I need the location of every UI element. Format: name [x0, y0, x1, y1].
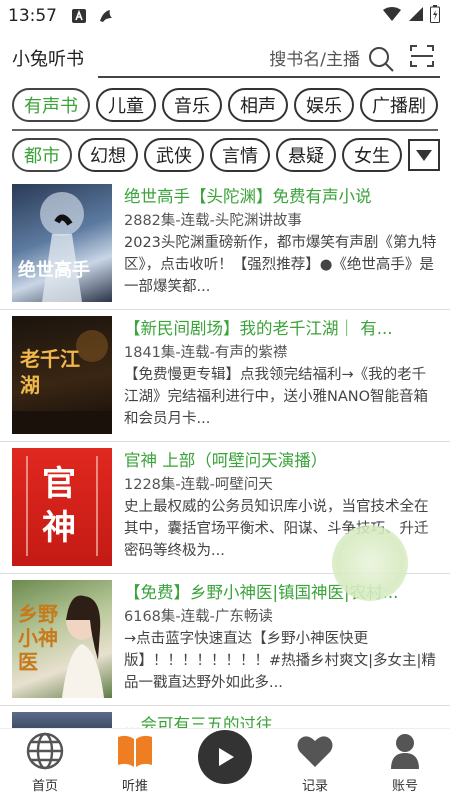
play-button[interactable]: [198, 730, 252, 784]
tab-home-label: 首页: [31, 779, 58, 794]
book-description: →点击蓝字快速直达【乡野小神医快更版】！！！！！！！！#热播乡村爽文|多女主|精…: [124, 631, 436, 691]
dropdown-triangle-icon: [416, 150, 432, 161]
signal-icon: [408, 6, 424, 27]
expand-categories-button[interactable]: [408, 139, 440, 171]
category-divider: [12, 129, 438, 131]
tag-children[interactable]: 儿童: [96, 88, 156, 122]
tab-recommend-label: 听推: [121, 779, 148, 794]
cover-title: 乡野小神医: [18, 602, 58, 674]
book-icon: [118, 735, 152, 767]
book-meta: 2882集-连载-头陀渊讲故事: [124, 213, 302, 229]
tag-mystery[interactable]: 悬疑: [276, 138, 336, 172]
status-bar: 13:57: [0, 0, 450, 32]
tag-audiobook[interactable]: 有声书: [12, 88, 90, 122]
globe-icon: [26, 732, 64, 770]
book-cover: 官神: [12, 448, 112, 566]
user-icon: [391, 734, 419, 769]
cover-title: 官神: [42, 464, 76, 548]
tag-entertainment[interactable]: 娱乐: [294, 88, 354, 122]
search-header: 小兔听书 搜书名/主播: [0, 32, 450, 84]
list-item[interactable]: 老千江湖 【新民间剧场】我的老千江湖｜ 有... 1841集-连载-有声的紫襟 …: [0, 310, 450, 442]
tag-romance[interactable]: 言情: [210, 138, 270, 172]
book-title: 【新民间剧场】我的老千江湖｜ 有...: [124, 319, 393, 338]
book-cover: 老千江湖: [12, 316, 112, 434]
tab-history[interactable]: 记录: [270, 728, 360, 800]
category-row-secondary: 都市 幻想 武侠 言情 悬疑 女生: [0, 134, 450, 176]
tag-female[interactable]: 女生: [342, 138, 402, 172]
book-cover: 绝世高手: [12, 184, 112, 302]
book-meta: 6168集-连载-广东畅读: [124, 609, 273, 625]
book-title: 绝世高手【头陀渊】免费有声小说: [124, 187, 372, 206]
book-description: 2023头陀渊重磅新作，都市爆笑有声剧《第九特区》，点击收听！【强烈推荐】●《绝…: [124, 235, 437, 295]
tag-wuxia[interactable]: 武侠: [144, 138, 204, 172]
tag-urban[interactable]: 都市: [12, 138, 72, 172]
book-meta: 1841集-连载-有声的紫襟: [124, 345, 288, 361]
list-item[interactable]: 绝世高手 绝世高手【头陀渊】免费有声小说 2882集-连载-头陀渊讲故事 202…: [0, 178, 450, 310]
tab-history-label: 记录: [301, 779, 328, 794]
cover-title: 老千江湖: [20, 347, 80, 397]
tag-radio-drama[interactable]: 广播剧: [360, 88, 438, 122]
category-row-primary: 有声书 儿童 音乐 相声 娱乐 广播剧: [0, 84, 450, 126]
battery-icon: [430, 4, 440, 28]
book-cover: 乡野小神医: [12, 580, 112, 698]
search-input[interactable]: 搜书名/主播: [98, 38, 440, 78]
tab-home[interactable]: 首页: [0, 728, 90, 800]
tab-account-label: 账号: [391, 779, 418, 794]
book-description: 【免费慢更专辑】点我领完结福利→《我的老千江湖》完结福利进行中，送小雅NANO智…: [124, 367, 429, 427]
notification-a-icon: [71, 8, 87, 24]
bird-notification-icon: [97, 7, 115, 25]
book-title: 官神 上部（呵壁问天演播）: [124, 451, 328, 470]
wifi-icon: [382, 6, 402, 27]
floating-widget[interactable]: [332, 525, 408, 601]
bottom-tab-bar: 首页 听推 记录 账号: [0, 728, 450, 800]
tag-music[interactable]: 音乐: [162, 88, 222, 122]
search-placeholder: 搜书名/主播: [269, 49, 360, 70]
search-icon[interactable]: [366, 44, 396, 78]
app-brand: 小兔听书: [12, 49, 84, 70]
scan-icon[interactable]: [408, 42, 436, 74]
tab-account[interactable]: 账号: [360, 728, 450, 800]
book-meta: 1228集-连载-呵壁问天: [124, 477, 273, 493]
cover-title: 绝世高手: [18, 260, 90, 281]
play-icon: [219, 748, 234, 766]
tag-crosstalk[interactable]: 相声: [228, 88, 288, 122]
tab-recommend[interactable]: 听推: [90, 728, 180, 800]
tab-player[interactable]: [180, 728, 270, 800]
heart-icon: [297, 736, 333, 767]
book-list: 绝世高手 绝世高手【头陀渊】免费有声小说 2882集-连载-头陀渊讲故事 202…: [0, 178, 450, 746]
status-time: 13:57: [8, 6, 57, 26]
tag-fantasy[interactable]: 幻想: [78, 138, 138, 172]
